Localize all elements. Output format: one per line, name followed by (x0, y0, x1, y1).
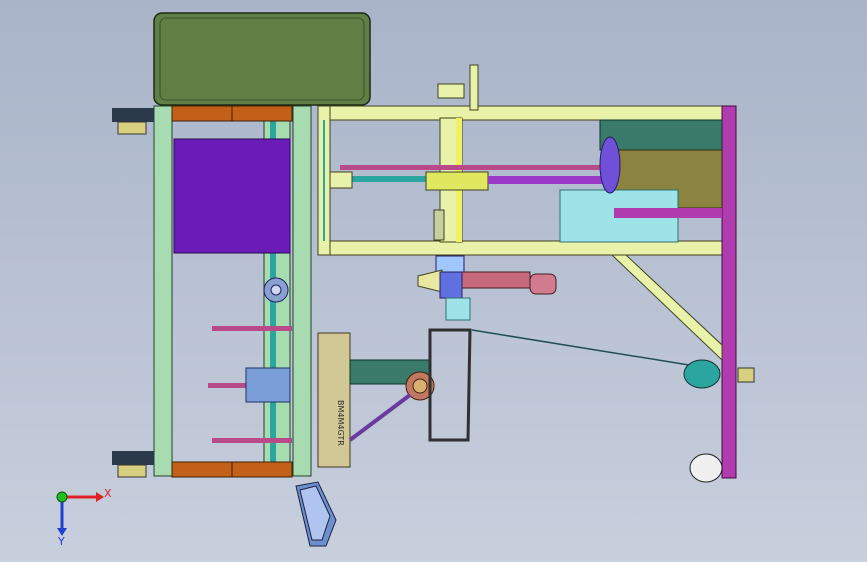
assembly-drawing[interactable]: BM4M4GTR X Y (0, 0, 867, 562)
cad-viewport[interactable]: BM4M4GTR X Y (0, 0, 867, 562)
x-axis-label: X (104, 487, 112, 500)
y-axis-label: Y (57, 535, 65, 548)
part-label: BM4M4GTR (336, 400, 345, 446)
top-motor-housing[interactable] (153, 12, 371, 106)
